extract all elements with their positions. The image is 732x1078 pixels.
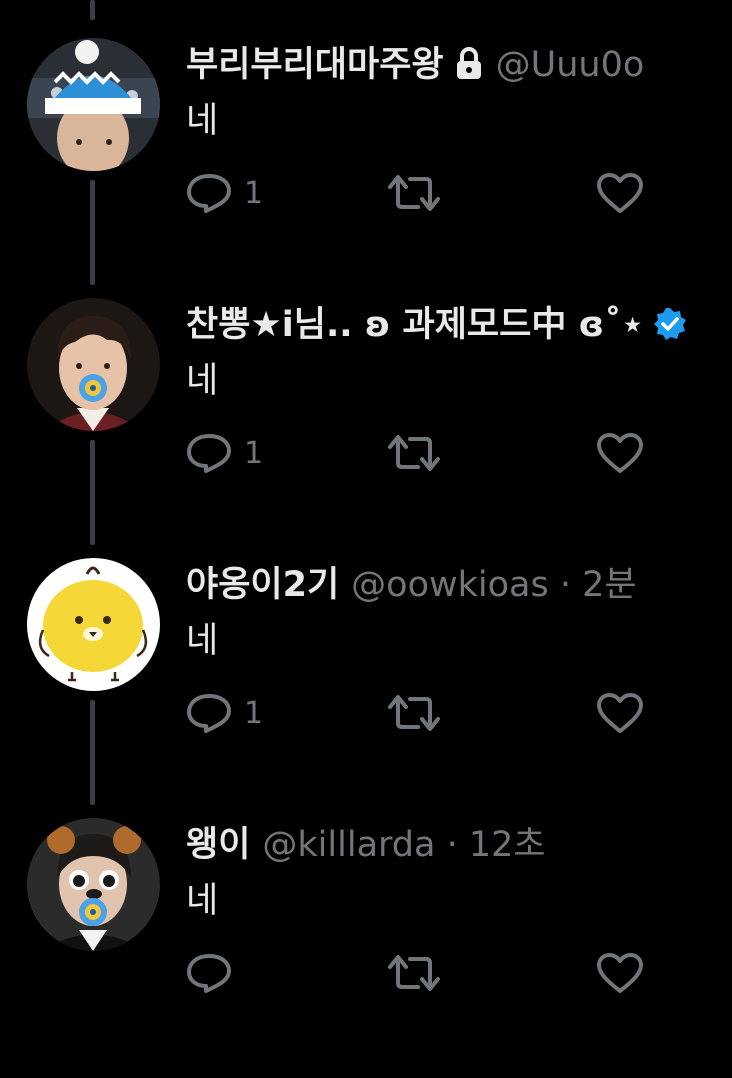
tweet-item[interactable]: 야옹이2기 @oowkioas · 2분 네 1: [0, 558, 732, 818]
tweet-item[interactable]: 왱이 @killlarda · 12초 네: [0, 818, 732, 1078]
timestamp[interactable]: · 12초: [447, 825, 546, 865]
like-button[interactable]: [596, 428, 644, 478]
like-button[interactable]: [596, 168, 644, 218]
like-button[interactable]: [596, 948, 644, 998]
reply-button[interactable]: 1: [186, 428, 263, 478]
handle[interactable]: @oowkioas: [351, 565, 549, 605]
action-bar: 1: [186, 688, 666, 738]
reply-button[interactable]: [186, 948, 244, 998]
tweet-text: 네: [186, 881, 219, 921]
action-bar: 1: [186, 168, 666, 218]
display-name[interactable]: 야옹이2기: [186, 565, 339, 605]
retweet-button[interactable]: [386, 168, 442, 218]
tweet-text: 네: [186, 101, 219, 141]
tweet-text: 네: [186, 361, 219, 401]
heart-icon: [596, 172, 644, 214]
like-button[interactable]: [596, 688, 644, 738]
tweet-header: 야옹이2기 @oowkioas · 2분: [186, 560, 732, 610]
display-name[interactable]: 왱이: [186, 825, 250, 865]
heart-icon: [596, 432, 644, 474]
tweet-header: 찬뽕★i님.. ʚ 과제모드中 ɞ˚⋆: [186, 300, 732, 350]
retweet-icon: [386, 953, 442, 993]
reply-count: 1: [244, 175, 264, 211]
action-bar: [186, 948, 666, 998]
timestamp[interactable]: · 2분: [560, 565, 637, 605]
lock-icon: [454, 44, 484, 90]
reply-icon: [186, 953, 232, 993]
avatar[interactable]: [27, 38, 160, 171]
tweet-text: 네: [186, 621, 219, 661]
reply-count: 1: [244, 695, 264, 731]
tweet-item[interactable]: 찬뽕★i님.. ʚ 과제모드中 ɞ˚⋆ 네 1: [0, 298, 732, 558]
handle[interactable]: @killlarda: [262, 825, 435, 865]
reply-icon: [186, 433, 232, 473]
heart-icon: [596, 692, 644, 734]
tweet-header: 왱이 @killlarda · 12초: [186, 820, 732, 870]
verified-badge-icon: [652, 306, 688, 350]
retweet-button[interactable]: [386, 688, 442, 738]
retweet-button[interactable]: [386, 428, 442, 478]
handle[interactable]: @Uuu0o: [496, 45, 645, 85]
reply-button[interactable]: 1: [186, 688, 263, 738]
display-name[interactable]: 찬뽕★i님.. ʚ 과제모드中 ɞ˚⋆: [186, 305, 644, 345]
retweet-icon: [386, 693, 442, 733]
retweet-icon: [386, 433, 442, 473]
retweet-icon: [386, 173, 442, 213]
tweet-header: 부리부리대마주왕 @Uuu0o: [186, 40, 732, 90]
display-name[interactable]: 부리부리대마주왕: [186, 45, 444, 85]
action-bar: 1: [186, 428, 666, 478]
avatar[interactable]: [27, 558, 160, 691]
reply-icon: [186, 693, 232, 733]
retweet-button[interactable]: [386, 948, 442, 998]
heart-icon: [596, 952, 644, 994]
thread-line: [90, 0, 95, 20]
reply-button[interactable]: 1: [186, 168, 263, 218]
reply-count: 1: [244, 435, 264, 471]
avatar[interactable]: [27, 298, 160, 431]
tweet-item[interactable]: 부리부리대마주왕 @Uuu0o 네 1: [0, 38, 732, 298]
avatar[interactable]: [27, 818, 160, 951]
reply-icon: [186, 173, 232, 213]
